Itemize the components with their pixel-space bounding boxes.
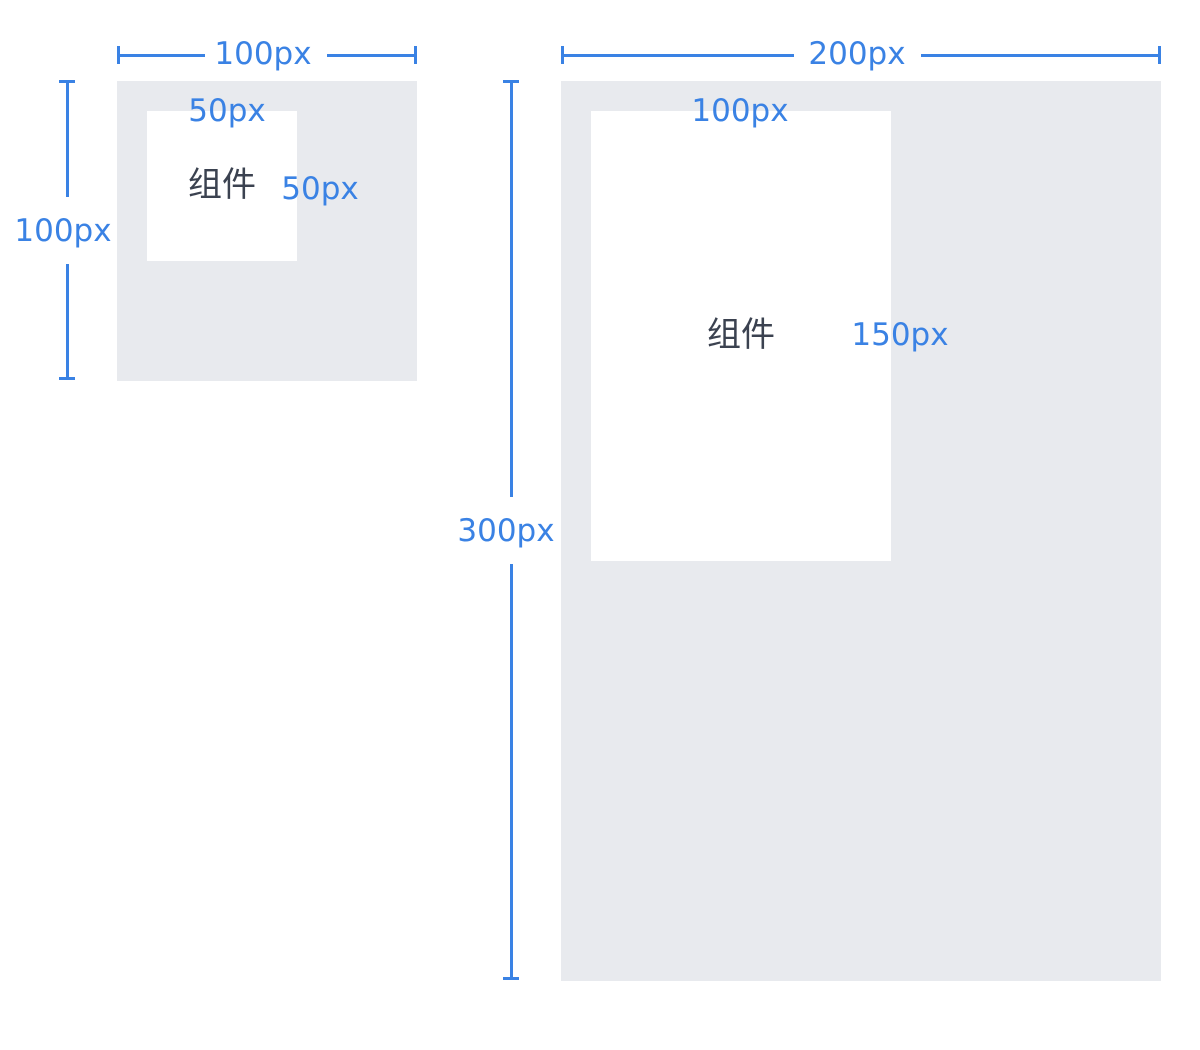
left-component-height-label: 50px <box>281 171 359 207</box>
left-height-line-a <box>66 80 69 197</box>
right-width-tick-end <box>1158 46 1161 64</box>
left-container-width-label: 100px <box>214 36 312 72</box>
right-height-line-a <box>510 80 513 497</box>
left-component-width-label: 50px <box>188 93 266 129</box>
right-component-label: 组件 <box>707 315 775 355</box>
right-height-line-b <box>510 564 513 980</box>
right-component-height-label: 150px <box>851 317 949 353</box>
right-width-line-b <box>921 54 1161 57</box>
left-width-tick-end <box>414 46 417 64</box>
left-height-tick-end <box>59 377 75 380</box>
right-component-width-label: 100px <box>691 93 789 129</box>
right-width-line-a <box>561 54 794 57</box>
right-container-height-label: 300px <box>457 513 555 549</box>
left-height-line-b <box>66 264 69 380</box>
left-component-label: 组件 <box>188 165 256 205</box>
left-width-line-b <box>327 54 417 57</box>
right-height-tick-end <box>503 977 519 980</box>
left-container-height-label: 100px <box>14 213 112 249</box>
left-width-line-a <box>117 54 205 57</box>
right-container-width-label: 200px <box>808 36 906 72</box>
